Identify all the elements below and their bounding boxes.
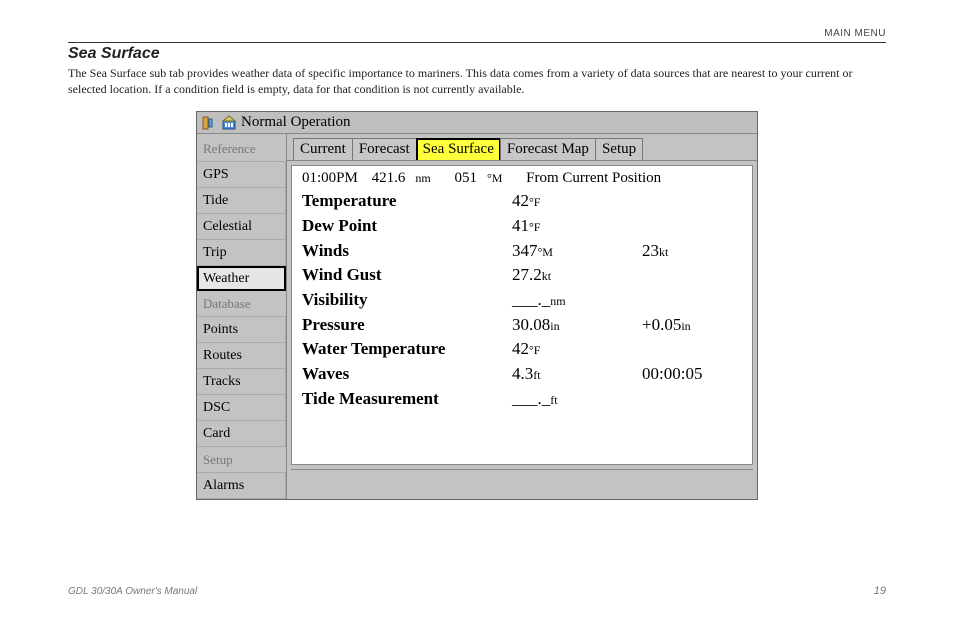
data-row: Winds347°M23kt <box>302 239 742 264</box>
sidebar-group-setup: Setup <box>197 447 286 473</box>
sidebar-group-reference: Reference <box>197 136 286 162</box>
tab-setup[interactable]: Setup <box>595 138 643 160</box>
tools-icon <box>201 115 217 131</box>
data-row: Dew Point41°F <box>302 214 742 239</box>
data-value-1: 30.08in <box>512 313 642 338</box>
tab-sea-surface[interactable]: Sea Surface <box>416 138 501 160</box>
header-main-menu: MAIN MENU <box>824 28 886 39</box>
data-label: Temperature <box>302 189 512 214</box>
data-value-1: ___._nm <box>512 288 642 313</box>
data-label: Waves <box>302 362 512 387</box>
sidebar-item-celestial[interactable]: Celestial <box>197 214 286 240</box>
data-row: Pressure30.08in+0.05in <box>302 313 742 338</box>
data-row: Water Temperature42°F <box>302 337 742 362</box>
sidebar: Reference GPS Tide Celestial Trip Weathe… <box>197 134 287 499</box>
sidebar-item-dsc[interactable]: DSC <box>197 395 286 421</box>
meta-time: 01:00PM <box>302 170 358 186</box>
data-value-2: 00:00:05 <box>642 362 702 387</box>
data-value-2: 23kt <box>642 239 668 264</box>
content-area: 01:00PM 421.6nm 051°M From Current Posit… <box>291 165 753 465</box>
data-row: Visibility___._nm <box>302 288 742 313</box>
data-row: Waves4.3ft00:00:05 <box>302 362 742 387</box>
footer-page-number: 19 <box>874 585 886 597</box>
header-rule <box>68 42 886 43</box>
data-row: Tide Measurement___._ft <box>302 387 742 412</box>
tab-forecast[interactable]: Forecast <box>352 138 417 160</box>
tabs: Current Forecast Sea Surface Forecast Ma… <box>287 134 757 161</box>
data-label: Visibility <box>302 288 512 313</box>
data-value-1: 4.3ft <box>512 362 642 387</box>
section-body-text: The Sea Surface sub tab provides weather… <box>68 65 886 97</box>
footer-manual-title: GDL 30/30A Owner's Manual <box>68 586 197 597</box>
data-value-1: 42°F <box>512 189 642 214</box>
sidebar-group-database: Database <box>197 291 286 317</box>
data-row: Wind Gust27.2kt <box>302 263 742 288</box>
building-icon <box>221 115 237 131</box>
data-value-2: +0.05in <box>642 313 691 338</box>
data-label: Tide Measurement <box>302 387 512 412</box>
data-value-1: 27.2kt <box>512 263 642 288</box>
sidebar-item-routes[interactable]: Routes <box>197 343 286 369</box>
meta-distance: 421.6nm <box>372 170 441 186</box>
sidebar-item-card[interactable]: Card <box>197 421 286 447</box>
sidebar-item-gps[interactable]: GPS <box>197 162 286 188</box>
data-value-1: 347°M <box>512 239 642 264</box>
titlebar-text: Normal Operation <box>241 114 351 131</box>
sidebar-item-trip[interactable]: Trip <box>197 240 286 266</box>
sidebar-item-weather[interactable]: Weather <box>197 266 286 291</box>
meta-from: From Current Position <box>526 170 661 186</box>
tab-current[interactable]: Current <box>293 138 353 160</box>
data-label: Winds <box>302 239 512 264</box>
data-value-1: 41°F <box>512 214 642 239</box>
tab-forecast-map[interactable]: Forecast Map <box>500 138 596 160</box>
content-footer-gap <box>291 469 753 495</box>
titlebar: Normal Operation <box>197 112 757 134</box>
data-value-1: ___._ft <box>512 387 642 412</box>
data-label: Dew Point <box>302 214 512 239</box>
section-title: Sea Surface <box>68 45 886 63</box>
main-panel: Current Forecast Sea Surface Forecast Ma… <box>287 134 757 499</box>
sidebar-item-alarms[interactable]: Alarms <box>197 473 286 499</box>
data-label: Water Temperature <box>302 337 512 362</box>
sidebar-item-tide[interactable]: Tide <box>197 188 286 214</box>
meta-row: 01:00PM 421.6nm 051°M From Current Posit… <box>302 170 742 187</box>
data-row: Temperature42°F <box>302 189 742 214</box>
data-label: Wind Gust <box>302 263 512 288</box>
sidebar-item-tracks[interactable]: Tracks <box>197 369 286 395</box>
sidebar-item-points[interactable]: Points <box>197 317 286 343</box>
data-label: Pressure <box>302 313 512 338</box>
device-screenshot: Normal Operation Reference GPS Tide Cele… <box>196 111 758 500</box>
meta-bearing: 051°M <box>454 170 512 186</box>
data-value-1: 42°F <box>512 337 642 362</box>
